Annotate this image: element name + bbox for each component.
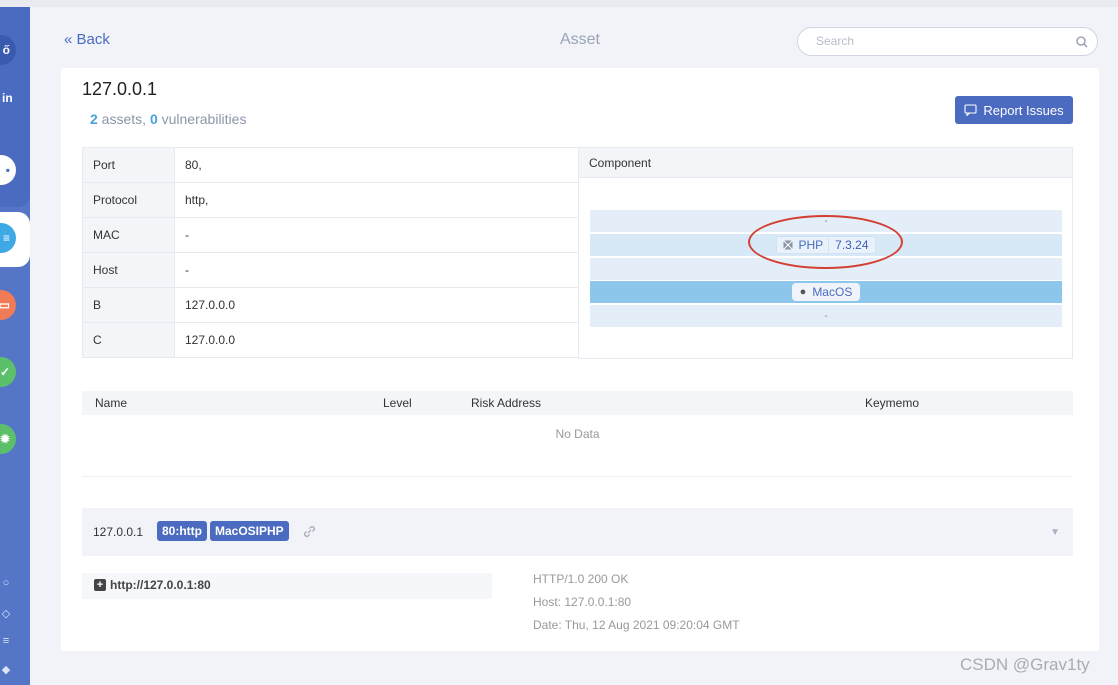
col-risk-address: Risk Address [471,396,542,410]
info-key: MAC [82,217,175,253]
info-row-b: B 127.0.0.0 [82,287,579,323]
info-value: - [174,252,579,288]
asset-ip-title: 127.0.0.1 [82,79,158,99]
col-name: Name [95,396,128,410]
component-layer-5: - [590,305,1062,327]
page-title: Asset [559,31,600,48]
component-layer-4: ● MacOS [590,281,1062,303]
sidebar-small-icon-2[interactable]: ◇ [0,607,12,620]
annotation-ellipse [748,215,903,269]
back-link[interactable]: « Back [64,31,110,48]
vuln-table-header: Name Level Risk Address Keymemo [82,391,1073,415]
assets-text: assets, [97,111,150,127]
info-key: Port [82,147,175,183]
vuln-count[interactable]: 0 [150,111,158,127]
response-line-date: Date: Thu, 12 Aug 2021 09:20:04 GMT [533,618,740,632]
asset-count[interactable]: 2 [90,111,98,127]
search-icon[interactable] [1075,35,1089,49]
sidebar-small-icon-3[interactable]: ≡ [0,635,12,647]
info-value: - [174,217,579,253]
info-value: 127.0.0.0 [174,287,579,323]
info-row-host: Host - [82,252,579,288]
sidebar-partial-label: in [2,91,13,105]
asset-summary: 2 assets, 0 vulnerabilities [90,111,246,127]
search-box[interactable] [797,27,1098,56]
info-key: Host [82,252,175,288]
sidebar-small-icon-1[interactable]: ○ [0,577,12,589]
info-row-mac: MAC - [82,217,579,253]
sidebar-check-icon[interactable]: ✓ [0,357,16,387]
service-row[interactable]: 127.0.0.1 80:http MacOSIPHP ▼ [82,508,1073,556]
vulns-text: vulnerabilities [157,111,247,127]
info-row-protocol: Protocol http, [82,182,579,218]
vuln-empty-text: No Data [555,427,600,441]
col-keymemo: Keymemo [865,396,920,410]
chevron-down-icon[interactable]: ▼ [1050,527,1060,538]
sidebar-screen-icon[interactable]: ▭ [0,290,16,320]
service-url[interactable]: http://127.0.0.1:80 [110,578,211,599]
tech-tag[interactable]: MacOSIPHP [210,521,289,541]
info-value: 80, [174,147,579,183]
report-issues-button[interactable]: Report Issues [955,96,1073,124]
macos-name: MacOS [812,285,853,299]
sidebar: ő in ▪ ≡ ▭ ✓ ✹ ○ ◇ ≡ ◆ [0,7,30,685]
port-tag[interactable]: 80:http [157,521,207,541]
search-input[interactable] [816,34,1066,48]
comment-icon [964,104,977,116]
watermark: CSDN @Grav1ty [960,655,1090,674]
sidebar-gear-icon[interactable]: ✹ [0,424,16,454]
link-icon[interactable] [303,525,316,538]
expand-plus-icon[interactable]: + [94,579,106,591]
response-line-status: HTTP/1.0 200 OK [533,572,629,586]
macos-component-chip[interactable]: ● MacOS [791,283,861,301]
report-issues-label: Report Issues [983,102,1064,118]
component-heading: Component [579,148,1072,178]
info-key: B [82,287,175,323]
info-value: 127.0.0.0 [174,322,579,358]
sidebar-small-icon-4[interactable]: ◆ [0,663,12,676]
asset-info-table: Port 80, Protocol http, MAC - Host - B 127.0.… [82,147,579,358]
info-row-c: C 127.0.0.0 [82,322,579,358]
info-row-port: Port 80, [82,147,579,183]
apple-icon: ● [799,286,807,298]
col-level: Level [383,396,412,410]
response-line-host: Host: 127.0.0.1:80 [533,595,632,609]
service-url-box[interactable]: + http://127.0.0.1:80 [82,573,492,599]
divider [82,476,1073,477]
info-value: http, [174,182,579,218]
service-ip: 127.0.0.1 [93,525,144,539]
info-key: Protocol [82,182,175,218]
info-key: C [82,322,175,358]
component-layer-5-text: - [824,310,828,322]
top-strip [0,0,1118,7]
